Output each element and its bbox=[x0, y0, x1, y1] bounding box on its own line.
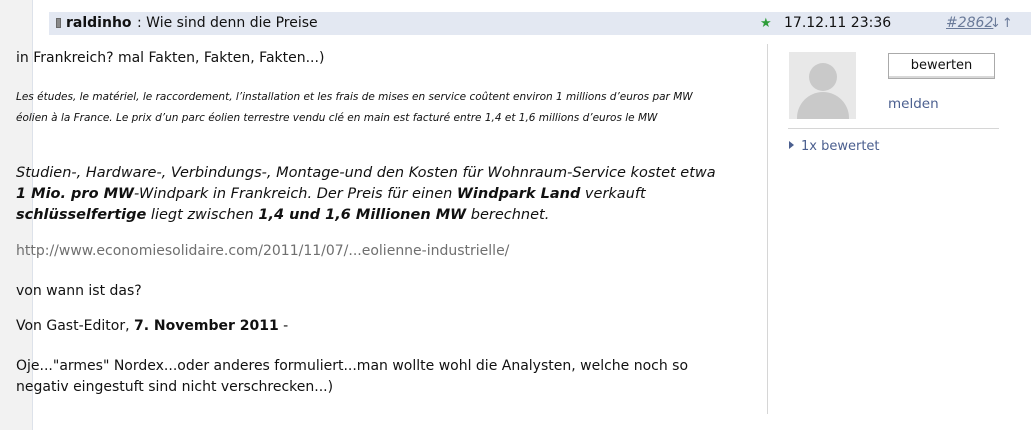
post-title: : Wie sind denn die Preise bbox=[137, 15, 318, 31]
sort-arrows-icon[interactable]: ↓↑ bbox=[990, 12, 1014, 35]
avatar-head-shape bbox=[809, 63, 837, 91]
post-header: raldinho : Wie sind denn die Preise ★ 17… bbox=[49, 12, 1031, 35]
post-date: 17.12.11 23:36 bbox=[784, 15, 892, 31]
question-text: von wann ist das? bbox=[16, 283, 142, 299]
rated-toggle[interactable]: 1x bewertet bbox=[789, 139, 880, 154]
source-link[interactable]: http://www.economiesolidaire.com/2011/11… bbox=[16, 243, 509, 259]
source-line: Von Gast-Editor, 7. November 2011 - bbox=[16, 318, 289, 334]
avatar[interactable] bbox=[789, 52, 856, 119]
rated-count: 1x bewertet bbox=[801, 139, 880, 154]
sidebar-separator bbox=[788, 128, 999, 129]
comment-text: Oje..."armes" Nordex...oder anderes form… bbox=[16, 358, 689, 395]
avatar-body-shape bbox=[797, 92, 849, 119]
post-intro: in Frankreich? mal Fakten, Fakten, Fakte… bbox=[16, 50, 325, 66]
post-number-link[interactable]: #2862 bbox=[946, 12, 993, 35]
translation-text: Studien-, Hardware-, Verbindungs-, Monta… bbox=[16, 165, 716, 223]
triangle-right-icon bbox=[789, 141, 794, 149]
report-link[interactable]: melden bbox=[888, 96, 939, 112]
post-author[interactable]: raldinho bbox=[66, 12, 132, 35]
sidebar-divider bbox=[767, 44, 768, 414]
star-icon: ★ bbox=[760, 16, 772, 31]
quoted-text: Les études, le matériel, le raccordement… bbox=[16, 91, 693, 124]
document-icon bbox=[56, 18, 61, 28]
rate-button[interactable]: bewerten bbox=[888, 53, 995, 79]
